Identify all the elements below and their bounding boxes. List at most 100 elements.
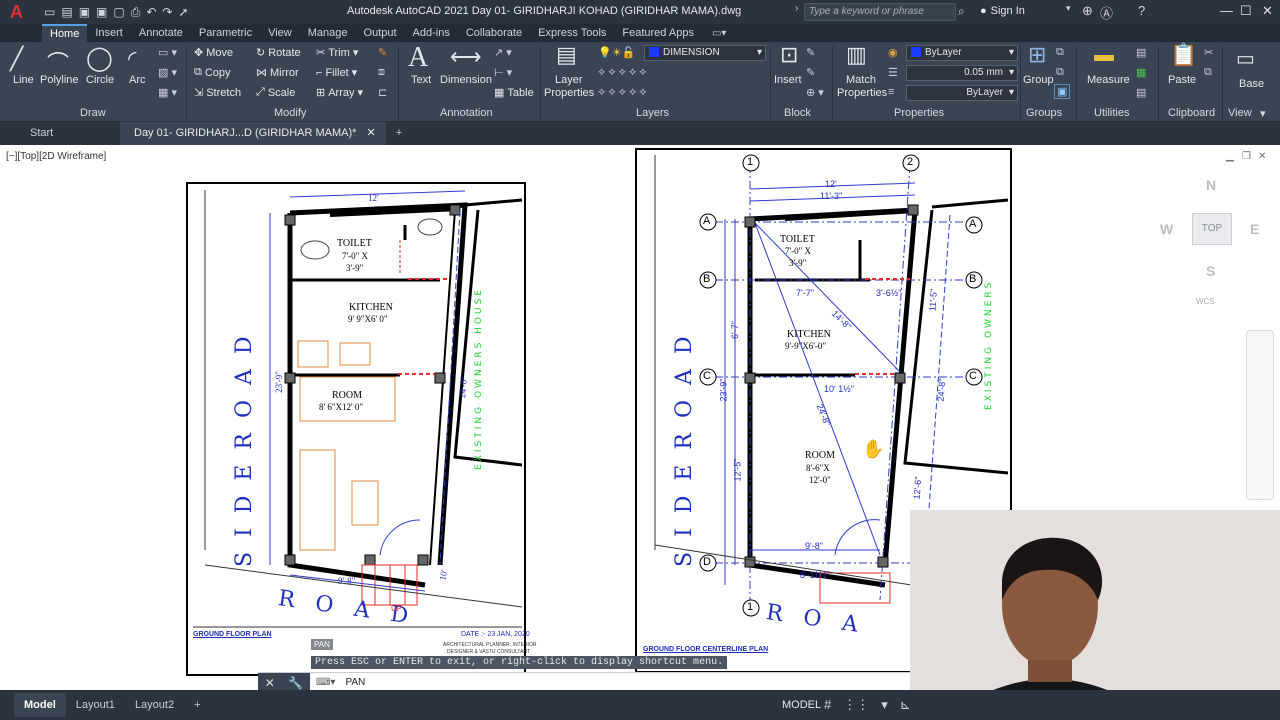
web-mobile-icon[interactable]: ▢ (113, 5, 124, 20)
layer-properties-icon[interactable]: ▤ (556, 42, 577, 68)
chevron-down-icon[interactable]: ▾ (881, 697, 888, 713)
wcs-menu[interactable]: WCS (1196, 297, 1215, 306)
tab-output[interactable]: Output (356, 24, 405, 42)
color-dropdown[interactable]: ByLayer ▾ (906, 45, 1018, 61)
text-tool-icon[interactable]: A (408, 42, 428, 74)
boundary-icon[interactable]: ▦ ▾ (158, 86, 177, 99)
block-panel-title[interactable]: Block (784, 107, 811, 119)
calculator-icon[interactable]: ▤ (1136, 86, 1146, 99)
hatch-icon[interactable]: ▧ ▾ (158, 66, 177, 79)
command-line[interactable]: ✕ 🔧 ⌨▾ PAN (258, 672, 918, 690)
close-command-icon[interactable]: ✕ (265, 676, 275, 690)
mirror-button[interactable]: ⋈ Mirror (256, 66, 299, 80)
viewcube-east[interactable]: E (1250, 221, 1259, 237)
draw-panel-title[interactable]: Draw (80, 107, 106, 119)
ribbon-toggle-icon[interactable]: ▭▾ (712, 28, 726, 39)
viewcube-south[interactable]: S (1206, 263, 1215, 279)
rectangle-icon[interactable]: ▭ ▾ (158, 46, 177, 59)
utility-icon-2[interactable]: ▦ (1136, 66, 1146, 79)
lineweight-dropdown[interactable]: 0.05 mm ▾ (906, 65, 1018, 81)
layer-dropdown[interactable]: DIMENSION ▾ (644, 45, 766, 61)
start-tab[interactable]: Start (0, 122, 120, 145)
move-button[interactable]: ✥ Move (194, 46, 233, 60)
trim-button[interactable]: ✂ Trim ▾ (316, 46, 358, 60)
autodesk-app-icon[interactable]: Ⓐ (1100, 3, 1113, 22)
snap-icon[interactable]: ⋮⋮ (843, 697, 869, 713)
properties-panel-title[interactable]: Properties (894, 107, 944, 119)
groups-panel-title[interactable]: Groups (1026, 107, 1062, 119)
line-tool-icon[interactable]: ╱ (10, 46, 23, 72)
linear-icon[interactable]: ⊢ ▾ (494, 66, 512, 79)
chevron-down-icon[interactable]: ▾ (1260, 107, 1266, 120)
navigation-bar[interactable] (1246, 330, 1274, 500)
viewport-minimize-icon[interactable]: ▁ (1226, 151, 1234, 162)
drawing-tab[interactable]: Day 01- GIRIDHARJ...D (GIRIDHAR MAMA)* ✕ (120, 122, 386, 145)
paste-icon[interactable]: 📋 (1170, 42, 1197, 68)
viewcube-north[interactable]: N (1206, 177, 1216, 193)
ortho-icon[interactable]: ⊾ (900, 697, 911, 713)
chevron-down-icon[interactable]: ▾ (1066, 3, 1071, 14)
tab-express-tools[interactable]: Express Tools (530, 24, 614, 42)
viewcube-west[interactable]: W (1160, 221, 1173, 237)
open-folder-icon[interactable]: ▤ (61, 5, 72, 20)
arc-tool-icon[interactable]: ◜ (128, 46, 137, 72)
match-properties-button-line2[interactable]: Properties (837, 87, 887, 99)
new-file-icon[interactable]: ▭ (44, 5, 55, 20)
layer-state-icons[interactable]: 💡☀🔓 (598, 46, 635, 59)
customize-icon[interactable]: 🔧 (288, 676, 303, 690)
tab-add-ins[interactable]: Add-ins (405, 24, 458, 42)
viewport-close-icon[interactable]: ✕ (1258, 151, 1266, 162)
scale-button[interactable]: ⤢ Scale (256, 86, 295, 99)
view-panel-title[interactable]: View (1228, 107, 1252, 119)
base-view-icon[interactable]: ▭ (1236, 46, 1255, 71)
edit-block-icon[interactable]: ✎ (806, 66, 815, 79)
line-button[interactable]: Line (13, 74, 34, 86)
insert-button[interactable]: Insert (774, 74, 802, 86)
layers-panel-title[interactable]: Layers (636, 107, 669, 119)
group-button[interactable]: Group (1023, 74, 1054, 86)
group-icon[interactable]: ⊞ (1028, 42, 1046, 68)
layer-tools-row1-icon[interactable]: ⟡ ⟡ ⟡ ⟡ ⟡ (598, 66, 647, 79)
tab-view[interactable]: View (260, 24, 300, 42)
undo-icon[interactable]: ↶ (146, 5, 156, 20)
viewcube-top[interactable]: TOP (1192, 213, 1232, 245)
print-icon[interactable]: ⎙ (131, 5, 141, 20)
layer-tools-row2-icon[interactable]: ⟡ ⟡ ⟡ ⟡ ⟡ (598, 86, 647, 99)
measure-button[interactable]: Measure (1087, 74, 1130, 86)
copy-button[interactable]: ⧉ Copy (194, 66, 231, 79)
offset-icon[interactable]: ⊏ (378, 86, 387, 99)
match-properties-button[interactable]: Match (846, 74, 876, 86)
close-tab-icon[interactable]: ✕ (366, 122, 375, 145)
erase-icon[interactable]: ✎ (378, 46, 387, 59)
close-icon[interactable]: ✕ (1262, 3, 1273, 19)
explode-icon[interactable]: ⧈ (378, 66, 385, 79)
create-block-icon[interactable]: ✎ (806, 46, 815, 59)
copy-clip-icon[interactable]: ⧉ (1204, 66, 1212, 79)
command-icon[interactable]: ⌨▾ (316, 677, 335, 688)
cut-icon[interactable]: ✂ (1204, 46, 1213, 59)
tab-insert[interactable]: Insert (87, 24, 131, 42)
ungroup-icon[interactable]: ⧉ (1056, 46, 1064, 59)
lineweight-icon[interactable]: ☰ (888, 66, 898, 79)
modify-panel-title[interactable]: Modify (274, 107, 306, 119)
color-wheel-icon[interactable]: ◉ (888, 46, 898, 59)
share-icon[interactable]: ➚ (178, 5, 188, 20)
tab-home[interactable]: Home (42, 24, 88, 42)
sign-in-button[interactable]: ● Sign In (980, 5, 1025, 17)
group-select-icon[interactable]: ▣ (1054, 84, 1071, 99)
leader-icon[interactable]: ↗ ▾ (494, 46, 512, 59)
text-button[interactable]: Text (411, 74, 431, 86)
insert-block-icon[interactable]: ⊡ (780, 42, 798, 68)
circle-button[interactable]: Circle (86, 74, 114, 86)
layout1-tab[interactable]: Layout1 (66, 693, 125, 717)
utilities-panel-title[interactable]: Utilities (1094, 107, 1129, 119)
layer-properties-button[interactable]: Layer (555, 74, 583, 86)
base-button[interactable]: Base (1239, 78, 1264, 90)
measure-icon[interactable]: ▬ (1094, 44, 1114, 67)
tab-collaborate[interactable]: Collaborate (458, 24, 530, 42)
model-tab[interactable]: Model (14, 693, 66, 717)
add-layout-button[interactable]: + (184, 693, 210, 717)
cart-icon[interactable]: ⊕ (1082, 3, 1093, 19)
paste-button[interactable]: Paste (1168, 74, 1196, 86)
array-button[interactable]: ⊞ Array ▾ (316, 86, 363, 100)
